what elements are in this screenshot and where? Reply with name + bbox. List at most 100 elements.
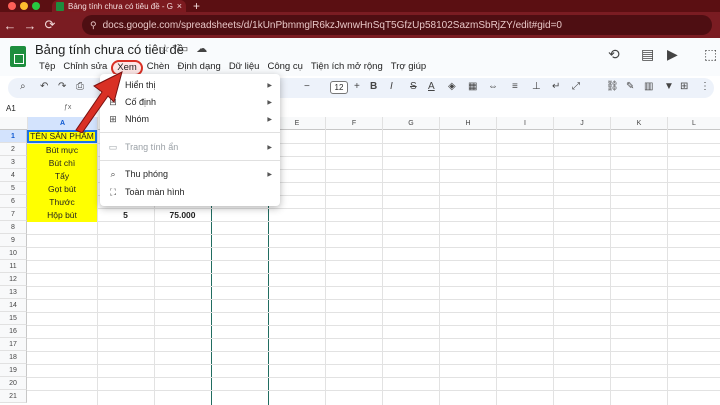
row-header[interactable]: 14 (0, 299, 27, 312)
address-bar-row: ← → ⟳ ⚲ docs.google.com/spreadsheets/d/1… (0, 12, 720, 38)
column-header-j[interactable]: J (553, 117, 610, 130)
close-window-button[interactable] (8, 2, 16, 10)
bold-button[interactable]: B (370, 81, 377, 92)
cell-a4[interactable]: Tẩy (27, 170, 97, 183)
hidden-sheet-icon: ▭ (108, 141, 118, 152)
url-text: docs.google.com/spreadsheets/d/1kUnPbmmg… (102, 19, 562, 31)
filter-icon[interactable]: ▼ (664, 81, 674, 92)
column-header-g[interactable]: G (382, 117, 439, 130)
back-button[interactable]: ← (0, 18, 20, 33)
fullscreen-icon: ⛶ (109, 186, 117, 197)
view-menu-item-zoom[interactable]: ⌕ Thu phóng ▶ (100, 166, 280, 182)
insert-chart-icon[interactable]: ▥ (644, 81, 653, 92)
tab-close-icon[interactable]: × (177, 1, 182, 11)
submenu-arrow-icon: ▶ (267, 116, 272, 123)
comment-icon[interactable]: ▤ (641, 46, 654, 63)
undo-icon[interactable]: ↶ (40, 81, 48, 92)
cell-a6[interactable]: Thước (27, 196, 97, 209)
sheets-logo-icon[interactable] (10, 46, 26, 67)
view-menu-item-fullscreen[interactable]: ⛶ Toàn màn hình (100, 184, 280, 200)
row-header[interactable]: 21 (0, 390, 27, 403)
row-header[interactable]: 6 (0, 195, 27, 208)
name-box[interactable]: A1 (6, 104, 16, 113)
grid-line (27, 299, 720, 300)
cell-a7[interactable]: Hộp bút (27, 209, 97, 222)
row-header[interactable]: 8 (0, 221, 27, 234)
cell-a5[interactable]: Gọt bút (27, 183, 97, 196)
strikethrough-button[interactable]: S (410, 81, 417, 92)
grid-line (27, 273, 720, 274)
submenu-arrow-icon: ▶ (267, 82, 272, 89)
row-header[interactable]: 12 (0, 273, 27, 286)
column-header-h[interactable]: H (439, 117, 496, 130)
cloud-status-icon[interactable]: ☁ (196, 42, 207, 55)
increase-font-icon[interactable]: + (354, 81, 360, 92)
row-header[interactable]: 13 (0, 286, 27, 299)
row-header[interactable]: 19 (0, 364, 27, 377)
filter-views-icon[interactable]: ⊞ (680, 81, 688, 92)
align-icon[interactable]: ≡ (512, 81, 518, 92)
menu-file[interactable]: Tệp (35, 60, 59, 76)
row-header[interactable]: 5 (0, 182, 27, 195)
font-size-field[interactable]: 12 (330, 81, 348, 94)
star-icon[interactable]: ☆ (160, 42, 170, 55)
menu-help[interactable]: Trợ giúp (387, 60, 430, 76)
redo-icon[interactable]: ↷ (58, 81, 66, 92)
cell-b7[interactable]: 5 (97, 209, 154, 222)
valign-icon[interactable]: ⊥ (532, 81, 541, 92)
meet-icon[interactable]: ▶ (667, 46, 678, 63)
search-icon[interactable]: ⌕ (20, 81, 26, 92)
move-folder-icon[interactable]: ▭ (178, 42, 188, 55)
grid-line (27, 260, 720, 261)
row-header[interactable]: 3 (0, 156, 27, 169)
merge-cells-icon[interactable]: ⇔ (488, 81, 498, 92)
row-header[interactable]: 2 (0, 143, 27, 156)
rotate-icon[interactable]: ⤢ (572, 81, 580, 92)
row-header[interactable]: 16 (0, 325, 27, 338)
share-button[interactable]: ⬚ (704, 46, 717, 63)
row-header[interactable]: 17 (0, 338, 27, 351)
cell-a2[interactable]: Bút mực (27, 144, 97, 157)
borders-icon[interactable]: ▦ (468, 81, 477, 92)
minimize-window-button[interactable] (20, 2, 28, 10)
row-header[interactable]: 1 (0, 130, 27, 143)
column-header-l[interactable]: L (667, 117, 720, 130)
row-header[interactable]: 18 (0, 351, 27, 364)
reload-button[interactable]: ⟳ (40, 17, 60, 33)
grid-line (27, 338, 720, 339)
insert-comment-icon[interactable]: ✎ (626, 81, 634, 92)
browser-tab-strip: Bảng tính chưa có tiêu đề - Go × + (0, 0, 720, 13)
site-info-icon[interactable]: ⚲ (90, 20, 97, 31)
select-all-corner[interactable] (0, 117, 27, 130)
row-header[interactable]: 15 (0, 312, 27, 325)
row-header[interactable]: 11 (0, 260, 27, 273)
row-header[interactable]: 9 (0, 234, 27, 247)
text-color-button[interactable]: A (428, 81, 435, 92)
link-icon[interactable]: ⛓ (606, 81, 619, 92)
sheets-favicon-icon (56, 1, 64, 11)
fill-color-icon[interactable]: ◈ (448, 81, 456, 92)
history-icon[interactable]: ⟲ (608, 46, 620, 63)
browser-tab[interactable]: Bảng tính chưa có tiêu đề - Go × (52, 0, 186, 12)
forward-button[interactable]: → (20, 18, 40, 33)
submenu-arrow-icon: ▶ (267, 171, 272, 178)
row-header[interactable]: 4 (0, 169, 27, 182)
row-header[interactable]: 10 (0, 247, 27, 260)
menu-extensions[interactable]: Tiện ích mở rộng (307, 60, 387, 76)
column-header-k[interactable]: K (610, 117, 667, 130)
cell-c7[interactable]: 75.000 (154, 209, 211, 222)
column-header-i[interactable]: I (496, 117, 553, 130)
italic-button[interactable]: I (390, 81, 393, 92)
cell-a3[interactable]: Bút chì (27, 157, 97, 170)
grid-line (27, 286, 720, 287)
more-icon[interactable]: ⋮ (700, 81, 710, 92)
menu-separator (100, 160, 280, 161)
row-header[interactable]: 20 (0, 377, 27, 390)
row-header[interactable]: 7 (0, 208, 27, 221)
url-field[interactable]: ⚲ docs.google.com/spreadsheets/d/1kUnPbm… (82, 15, 712, 35)
maximize-window-button[interactable] (32, 2, 40, 10)
wrap-icon[interactable]: ↵ (552, 81, 560, 92)
decrease-font-icon[interactable]: − (304, 81, 310, 92)
annotation-arrow-icon (75, 71, 123, 133)
column-header-f[interactable]: F (325, 117, 382, 130)
